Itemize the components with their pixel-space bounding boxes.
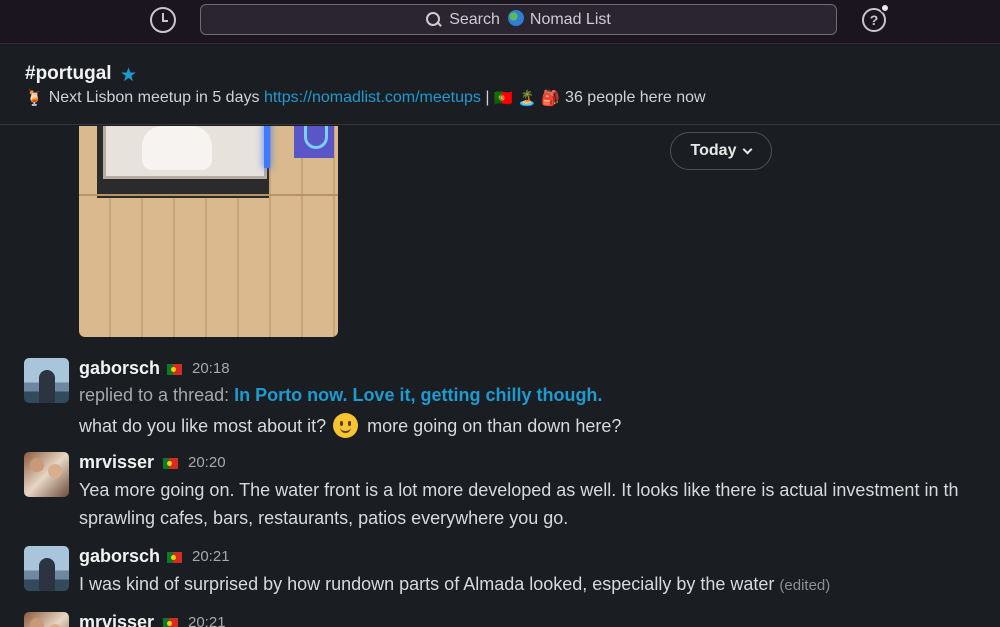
timestamp[interactable]: 20:21 — [188, 614, 226, 627]
channel-name[interactable]: #portugal — [25, 63, 112, 85]
photo-wall-seam — [79, 194, 338, 196]
channel-topic: 🍹 Next Lisbon meetup in 5 days https://n… — [25, 89, 706, 107]
island-icon: 🏝️ — [517, 90, 537, 107]
star-icon[interactable]: ★ — [120, 64, 137, 87]
user-name[interactable]: mrvisser — [79, 612, 154, 627]
avatar[interactable] — [24, 612, 69, 627]
shared-photo[interactable] — [79, 126, 338, 337]
reply-label: replied to a thread: — [79, 385, 230, 405]
notification-dot — [880, 3, 890, 13]
flag-portugal-icon: 🇵🇹 — [493, 90, 513, 107]
tropical-drink-icon: 🍹 — [25, 90, 44, 107]
user-name[interactable]: gaborsch — [79, 546, 160, 567]
photo-neon-light — [264, 126, 270, 168]
user-name[interactable]: mrvisser — [79, 452, 154, 473]
people-count[interactable]: 36 people here now — [565, 89, 706, 107]
flag-portugal-icon — [163, 458, 178, 469]
text-part: I was kind of surprised by how rundown p… — [79, 574, 775, 594]
date-label: Today — [690, 142, 737, 159]
chevron-down-icon — [743, 144, 753, 154]
top-bar: Search Nomad List ? — [0, 0, 1000, 44]
slightly-smiling-face-icon — [333, 413, 359, 438]
search-bar[interactable]: Search Nomad List — [200, 4, 837, 35]
edited-label: (edited) — [779, 577, 831, 594]
text-part: what do you like most about it? — [79, 416, 327, 436]
message-feed[interactable]: Today gaborsch 20:18 replied to a thread… — [0, 126, 1000, 627]
timestamp[interactable]: 20:18 — [192, 360, 230, 377]
message-text: what do you like most about it? more goi… — [79, 413, 621, 438]
timestamp[interactable]: 20:21 — [192, 548, 230, 565]
flag-portugal-icon — [163, 618, 178, 627]
topic-separator: | — [485, 89, 490, 106]
thread-reply-line: replied to a thread: In Porto now. Love … — [79, 385, 602, 406]
message-text: sprawling cafes, bars, restaurants, pati… — [79, 508, 569, 528]
thread-link[interactable]: In Porto now. Love it, getting chilly th… — [234, 385, 602, 405]
channel-header: #portugal ★ 🍹 Next Lisbon meetup in 5 da… — [0, 45, 1000, 125]
topic-text: Next Lisbon meetup in 5 days — [48, 89, 260, 106]
photo-frame — [97, 126, 269, 198]
avatar[interactable] — [24, 452, 69, 497]
avatar[interactable] — [24, 546, 69, 591]
message-text: Yea more going on. The water front is a … — [79, 480, 959, 500]
date-divider-today[interactable]: Today — [670, 132, 772, 170]
search-workspace: Nomad List — [507, 10, 611, 29]
photo-sign — [294, 126, 334, 158]
workspace-name: Nomad List — [529, 11, 611, 28]
search-label: Search — [449, 10, 500, 28]
text-part: more going on than down here? — [367, 416, 622, 436]
user-name[interactable]: gaborsch — [79, 358, 160, 379]
globe-icon — [507, 10, 524, 26]
history-icon[interactable] — [150, 7, 176, 33]
backpack-icon: 🎒 — [541, 90, 561, 107]
flag-portugal-icon — [167, 552, 182, 563]
message-text: I was kind of surprised by how rundown p… — [79, 574, 830, 595]
flag-portugal-icon — [167, 364, 182, 375]
meetups-link[interactable]: https://nomadlist.com/meetups — [264, 89, 481, 107]
avatar[interactable] — [24, 358, 69, 403]
timestamp[interactable]: 20:20 — [188, 454, 226, 471]
search-icon — [426, 12, 441, 27]
